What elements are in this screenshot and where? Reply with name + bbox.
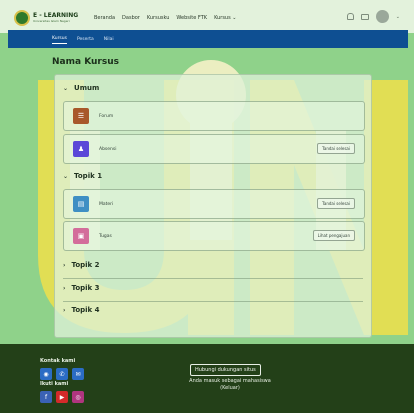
section-title: Umum <box>74 84 100 92</box>
logout-link[interactable]: (Keluar) <box>170 385 290 392</box>
activity-label: Tugas <box>99 233 112 239</box>
nav-dasbor[interactable]: Dasbor <box>122 15 140 21</box>
user-menu-chevron-icon[interactable]: ⌄ <box>396 14 400 20</box>
email-icon[interactable]: ✉ <box>72 368 84 380</box>
course-content: ⌄ Umum ☰ Forum ♟ Absensi Tandai selesai … <box>54 74 372 338</box>
messages-icon[interactable] <box>360 13 369 20</box>
login-status-text: Anda masuk sebagai mahasiswa <box>189 378 271 384</box>
section-topik-4[interactable]: › Topik 4 <box>63 306 363 314</box>
activity-label: Materi <box>99 201 114 207</box>
mark-done-button[interactable]: Tandai selesai <box>317 198 355 209</box>
top-navbar: E - LEARNING Universitas Islam Negeri Be… <box>0 0 414 33</box>
contact-support-button[interactable]: Hubungi dukungan situs <box>190 364 261 376</box>
tab-kursus[interactable]: Kursus <box>52 34 67 44</box>
login-info: Anda masuk sebagai mahasiswa (Keluar) <box>170 378 290 392</box>
chevron-down-icon: ⌄ <box>63 172 69 180</box>
facebook-icon[interactable]: f <box>40 391 52 403</box>
user-avatar[interactable] <box>375 10 389 23</box>
nav-kursus[interactable]: Kursus ⌄ <box>214 15 236 21</box>
nav-website-ftk[interactable]: Website FTK <box>176 15 207 21</box>
uin-logo-icon <box>14 10 30 26</box>
site-footer: Kontak kami ◉ ✆ ✉ Ikuti kami f ▶ ◎ Hubun… <box>0 344 414 413</box>
contact-icons: ◉ ✆ ✉ <box>40 368 84 380</box>
forum-icon: ☰ <box>73 108 89 124</box>
tab-nilai[interactable]: Nilai <box>104 35 114 44</box>
activity-tugas[interactable]: ▣ Tugas Lihat pengajuan <box>63 221 365 251</box>
nav-beranda[interactable]: Beranda <box>94 15 115 21</box>
user-controls: ⌄ <box>346 10 400 23</box>
chevron-down-icon: ⌄ <box>63 84 69 92</box>
contact-heading: Kontak kami <box>40 358 76 364</box>
section-title: Topik 2 <box>71 261 100 269</box>
notification-bell-icon[interactable] <box>346 13 354 20</box>
course-tabs-bar: Kursus Peserta Nilai <box>8 30 408 48</box>
chevron-right-icon: › <box>63 306 66 314</box>
social-icons: f ▶ ◎ <box>40 391 84 403</box>
section-divider <box>63 278 363 279</box>
chevron-right-icon: › <box>63 261 66 269</box>
activity-materi[interactable]: ▤ Materi Tandai selesai <box>63 189 365 219</box>
section-title: Topik 3 <box>71 284 100 292</box>
activity-absensi[interactable]: ♟ Absensi Tandai selesai <box>63 134 365 164</box>
activity-label: Absensi <box>99 146 117 152</box>
tab-peserta[interactable]: Peserta <box>77 35 94 44</box>
brand[interactable]: E - LEARNING Universitas Islam Negeri <box>14 10 78 26</box>
course-title: Nama Kursus <box>52 57 119 67</box>
brand-subtitle: Universitas Islam Negeri <box>33 19 70 23</box>
web-icon[interactable]: ◉ <box>40 368 52 380</box>
section-title: Topik 4 <box>71 306 100 314</box>
nav-kursusku[interactable]: Kursusku <box>147 15 170 21</box>
youtube-icon[interactable]: ▶ <box>56 391 68 403</box>
file-icon: ▤ <box>73 196 89 212</box>
activity-forum[interactable]: ☰ Forum <box>63 101 365 131</box>
phone-icon[interactable]: ✆ <box>56 368 68 380</box>
instagram-icon[interactable]: ◎ <box>72 391 84 403</box>
course-page: E - LEARNING Universitas Islam Negeri Be… <box>0 0 414 413</box>
chevron-down-icon: ⌄ <box>232 15 237 21</box>
mark-done-button[interactable]: Tandai selesai <box>317 143 355 154</box>
follow-heading: Ikuti kami <box>40 381 69 387</box>
assignment-icon: ▣ <box>73 228 89 244</box>
section-topik-2[interactable]: › Topik 2 <box>63 261 363 269</box>
activity-label: Forum <box>99 113 114 119</box>
view-submissions-button[interactable]: Lihat pengajuan <box>312 230 355 241</box>
section-umum[interactable]: ⌄ Umum <box>63 84 363 92</box>
section-topik-1[interactable]: ⌄ Topik 1 <box>63 172 363 180</box>
section-divider <box>63 301 363 302</box>
section-title: Topik 1 <box>74 172 103 180</box>
attendance-icon: ♟ <box>73 141 89 157</box>
main-nav: Beranda Dasbor Kursusku Website FTK Kurs… <box>94 15 237 21</box>
course-main: Nama Kursus ⌄ Umum ☰ Forum ♟ Absensi Tan… <box>8 48 408 344</box>
section-topik-3[interactable]: › Topik 3 <box>63 284 363 292</box>
nav-kursus-label: Kursus <box>214 15 231 21</box>
chevron-right-icon: › <box>63 284 66 292</box>
